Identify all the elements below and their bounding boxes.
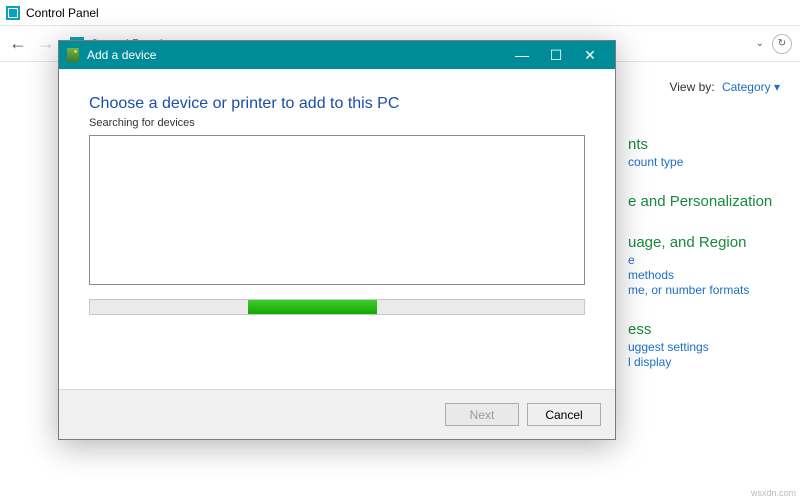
control-panel-icon bbox=[6, 6, 20, 20]
cp-window-titlebar: Control Panel bbox=[0, 0, 800, 26]
category-heading[interactable]: uage, and Region bbox=[628, 234, 788, 251]
category-link[interactable]: e bbox=[628, 253, 788, 267]
device-list[interactable] bbox=[89, 135, 585, 285]
cp-window-title: Control Panel bbox=[26, 6, 99, 20]
dialog-titlebar[interactable]: Add a device — ☐ ✕ bbox=[59, 41, 615, 69]
chevron-down-icon[interactable]: ⌄ bbox=[756, 38, 764, 49]
category-link[interactable]: l display bbox=[628, 355, 788, 369]
category-link[interactable]: uggest settings bbox=[628, 340, 788, 354]
category-link[interactable]: count type bbox=[628, 155, 788, 169]
dialog-button-row: Next Cancel bbox=[59, 389, 615, 439]
maximize-button[interactable]: ☐ bbox=[539, 44, 573, 66]
watermark: wsxdn.com bbox=[751, 488, 796, 498]
viewby-row: View by: Category ▾ bbox=[669, 80, 780, 94]
dialog-content: Choose a device or printer to add to thi… bbox=[59, 69, 615, 389]
refresh-button[interactable]: ↻ bbox=[772, 34, 792, 54]
dialog-title: Add a device bbox=[87, 48, 156, 62]
category-heading[interactable]: ess bbox=[628, 321, 788, 338]
forward-button[interactable]: → bbox=[32, 30, 60, 58]
device-icon bbox=[67, 48, 79, 62]
close-button[interactable]: ✕ bbox=[573, 44, 607, 66]
viewby-label: View by: bbox=[669, 80, 714, 94]
progress-indicator bbox=[248, 300, 376, 314]
category-link[interactable]: me, or number formats bbox=[628, 283, 788, 297]
back-button[interactable]: ← bbox=[4, 30, 32, 58]
category-link[interactable]: methods bbox=[628, 268, 788, 282]
category-heading[interactable]: e and Personalization bbox=[628, 193, 788, 210]
minimize-button[interactable]: — bbox=[505, 44, 539, 66]
category-heading[interactable]: nts bbox=[628, 136, 788, 153]
category-column: nts count type e and Personalization uag… bbox=[628, 112, 788, 370]
viewby-dropdown[interactable]: Category ▾ bbox=[722, 80, 780, 94]
dialog-subtext: Searching for devices bbox=[89, 117, 585, 129]
dialog-heading: Choose a device or printer to add to thi… bbox=[89, 95, 585, 113]
cancel-button[interactable]: Cancel bbox=[527, 403, 601, 426]
progress-bar bbox=[89, 299, 585, 315]
add-device-dialog: Add a device — ☐ ✕ Choose a device or pr… bbox=[58, 40, 616, 440]
next-button: Next bbox=[445, 403, 519, 426]
